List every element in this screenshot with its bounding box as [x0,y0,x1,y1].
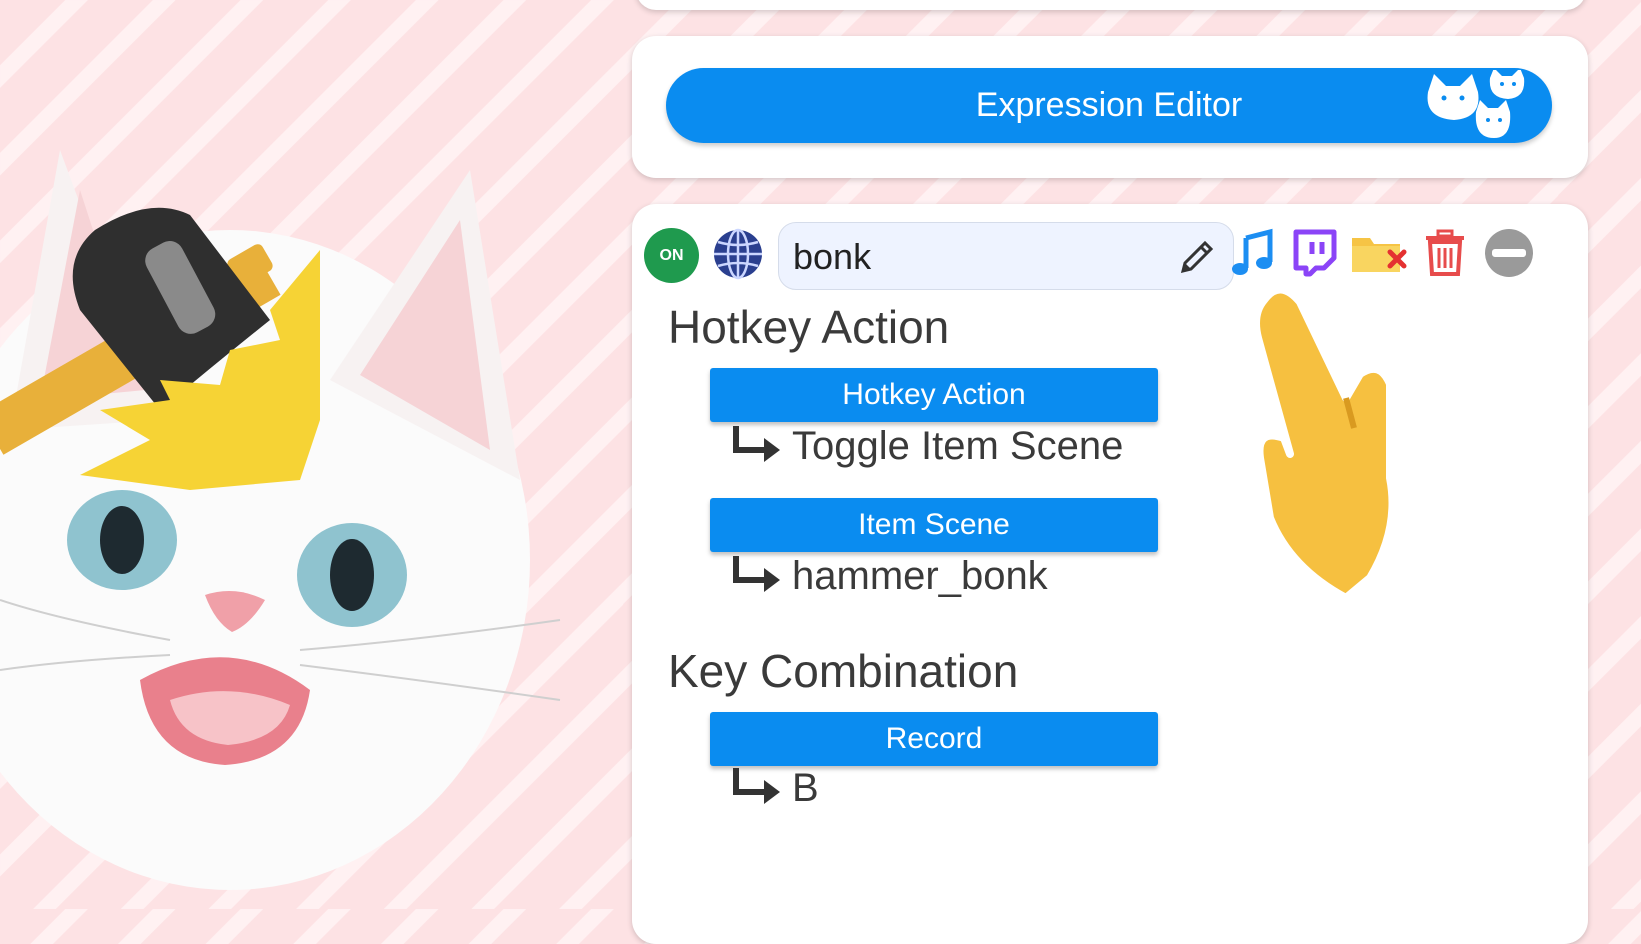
key-combination-heading: Key Combination [668,645,1019,697]
hotkey-name-input[interactable] [791,223,1181,291]
expression-editor-label: Expression Editor [975,86,1243,124]
expression-editor-panel: Expression Editor [632,36,1588,178]
record-button[interactable]: Record [710,712,1158,766]
folder-remove-icon[interactable] [1350,228,1410,278]
twitch-icon[interactable] [1290,228,1340,278]
cat-faces-icon [1427,70,1525,138]
hotkey-action-value: Toggle Item Scene [792,424,1124,468]
hotkey-action-heading: Hotkey Action [668,301,950,353]
cat-illustration [0,150,561,890]
globe-icon[interactable] [712,228,764,280]
return-arrow-icon [733,426,780,462]
hotkey-action-button[interactable]: Hotkey Action [710,368,1158,422]
key-combination-value: B [792,766,819,810]
music-note-icon[interactable] [1228,228,1278,278]
minus-circle-icon[interactable] [1484,228,1534,278]
return-arrow-icon [733,768,780,804]
item-scene-button[interactable]: Item Scene [710,498,1158,552]
hotkey-name-field[interactable] [778,222,1234,291]
return-arrow-icon [733,556,780,592]
expression-editor-button[interactable]: Expression Editor [666,68,1552,143]
on-toggle-button[interactable]: ON [644,228,699,283]
pointing-hand-icon [1252,285,1397,598]
previous-panel [636,0,1586,10]
item-scene-value: hammer_bonk [792,554,1048,598]
trash-icon[interactable] [1420,228,1470,278]
pencil-icon[interactable] [1175,235,1219,279]
hotkey-panel: ON bonk Hotkey Action Hotkey Action Togg… [632,204,1588,944]
